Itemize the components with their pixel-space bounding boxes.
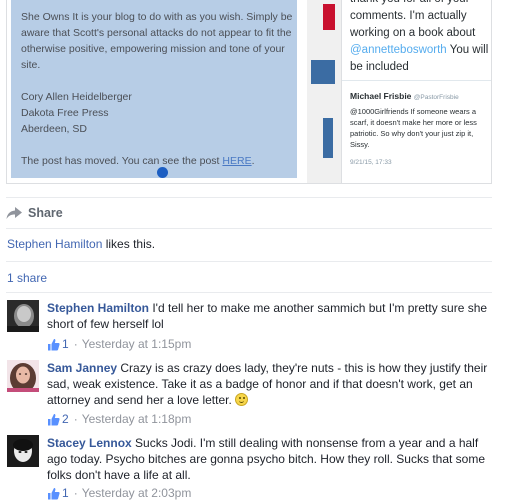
tweet-screenshot: thank you for all of your comments. I'm …: [341, 0, 491, 183]
tweet-handle-suffix: You will: [446, 44, 489, 56]
separator-dot: ·: [73, 337, 78, 351]
comment-author-link[interactable]: Sam Janney: [47, 361, 117, 375]
quoted-tweet-name: Michael Frisbie: [350, 91, 412, 101]
share-arrow-icon: [6, 206, 22, 219]
comment-meta: 1 · Yesterday at 2:03pm: [47, 486, 191, 500]
like-thumb-icon: [48, 487, 60, 499]
side-image-block: [311, 60, 335, 84]
comment-time[interactable]: Yesterday at 1:18pm: [82, 412, 192, 426]
like-count[interactable]: 1: [62, 337, 69, 351]
tweet-line: be included: [350, 61, 409, 73]
like-thumb-icon: [48, 413, 60, 425]
article-line: aware that Scott's personal attacks do n…: [21, 27, 292, 39]
tweet-line: comments. I'm actually: [350, 10, 467, 22]
comment-time[interactable]: Yesterday at 1:15pm: [82, 337, 192, 351]
article-excerpt: She Owns It is your blog to do with as y…: [7, 0, 297, 183]
comment-text: Stacey Lennox Sucks Jodi. I'm still deal…: [47, 435, 491, 483]
tweet-line: @annettebosworth You will: [350, 42, 491, 59]
article-line: She Owns It is your blog to do with as y…: [21, 11, 293, 23]
signature-line: Dakota Free Press: [21, 107, 109, 119]
quoted-tweet-time: 9/21/15, 17:33: [350, 159, 392, 166]
article-line: otherwise positive, empowering mission a…: [21, 43, 285, 55]
quoted-tweet-author: Michael Frisbie @PastorFrisbie: [350, 91, 459, 101]
quoted-tweet-handle: @PastorFrisbie: [413, 94, 459, 101]
comment-meta: 2 · Yesterday at 1:18pm: [47, 412, 191, 426]
comment-author-link[interactable]: Stephen Hamilton: [47, 301, 149, 315]
share-button[interactable]: Share: [6, 204, 63, 222]
tweet-text: thank you for all of your comments. I'm …: [350, 0, 491, 76]
quoted-tweet-body: @1000Girlfriends If someone wears a scar…: [350, 107, 477, 149]
comment-time[interactable]: Yesterday at 2:03pm: [82, 486, 192, 500]
quoted-tweet-card: Michael Frisbie @PastorFrisbie @1000Girl…: [342, 80, 491, 183]
cursor-dot-icon: [157, 167, 168, 178]
side-image-block: [323, 4, 335, 30]
separator-dot: ·: [73, 486, 78, 500]
moved-text: The post has moved. You can see the post: [21, 155, 220, 167]
separator-dot: ·: [73, 412, 78, 426]
avatar[interactable]: [7, 435, 39, 467]
share-label: Share: [28, 206, 63, 220]
moved-end: .: [251, 155, 255, 167]
avatar[interactable]: [7, 300, 39, 332]
smile-emoticon-icon: [235, 393, 249, 406]
likes-suffix: likes this.: [102, 237, 156, 251]
moved-notice: The post has moved. You can see the post…: [21, 154, 255, 169]
tweet-handle: @annettebosworth: [350, 44, 447, 56]
avatar[interactable]: [7, 360, 39, 392]
divider: [6, 292, 492, 293]
signature-line: Aberdeen, SD: [21, 123, 87, 135]
divider: [6, 261, 492, 262]
share-bar: Share: [6, 197, 492, 227]
side-image-block: [323, 118, 333, 158]
tweet-line: working on a book about: [350, 27, 476, 39]
like-count[interactable]: 1: [62, 486, 69, 500]
liker-name-link[interactable]: Stephen Hamilton: [7, 237, 102, 251]
likes-summary: Stephen Hamilton likes this.: [7, 237, 155, 251]
like-thumb-icon: [48, 338, 60, 350]
divider: [6, 228, 492, 229]
signature-line: Cory Allen Heidelberger: [21, 91, 132, 103]
comment-text: Stephen Hamilton I'd tell her to make me…: [47, 300, 491, 332]
embedded-image[interactable]: She Owns It is your blog to do with as y…: [6, 0, 492, 184]
comment-text: Sam Janney Crazy is as crazy does lady, …: [47, 360, 491, 408]
comment-author-link[interactable]: Stacey Lennox: [47, 436, 132, 450]
tweet-line: thank you for all of your: [350, 0, 491, 8]
moved-link[interactable]: HERE: [222, 155, 251, 167]
shares-count-link[interactable]: 1 share: [7, 271, 47, 285]
article-line: site.: [21, 59, 41, 71]
comment-meta: 1 · Yesterday at 1:15pm: [47, 337, 191, 351]
like-count[interactable]: 2: [62, 412, 69, 426]
